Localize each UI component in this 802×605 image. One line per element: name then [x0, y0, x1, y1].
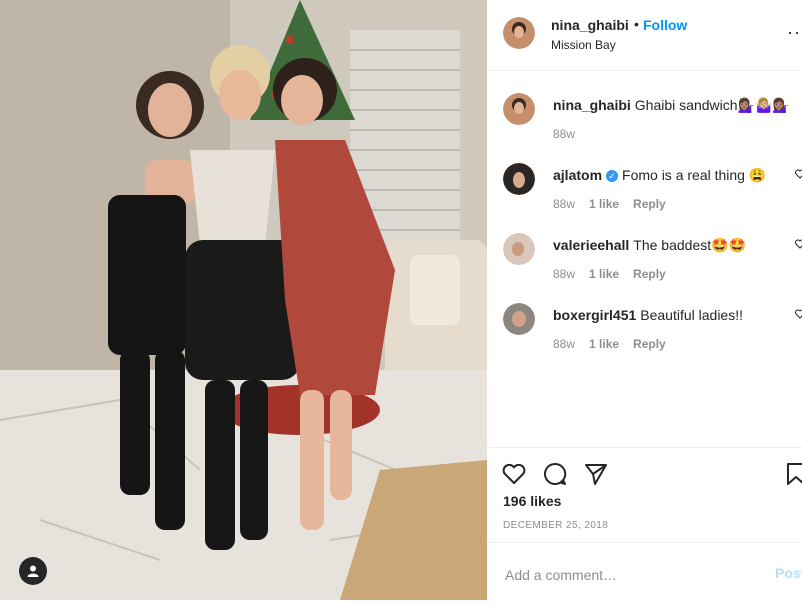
comment-input[interactable] [503, 559, 767, 591]
separator-dot: • [634, 16, 639, 32]
follow-button[interactable]: Follow [643, 17, 687, 33]
post-location[interactable]: Mission Bay [551, 38, 616, 52]
comment-item: ajlatom ✓ Fomo is a real thing 😩 88w 1 like… [487, 163, 802, 233]
comment-age[interactable]: 88w [553, 197, 575, 211]
comment-line: ajlatom ✓ Fomo is a real thing 😩 [553, 167, 766, 184]
comment-icon[interactable] [542, 461, 568, 487]
heart-icon[interactable] [795, 169, 802, 179]
comment-meta: 88w 1 like Reply [553, 337, 680, 351]
post-button[interactable]: Post [775, 565, 802, 581]
comment-likes[interactable]: 1 like [589, 267, 619, 281]
comment-avatar[interactable] [503, 303, 535, 335]
comment-age[interactable]: 88w [553, 127, 575, 141]
comment-age[interactable]: 88w [553, 267, 575, 281]
comment-box: Post [487, 542, 802, 605]
comment-username[interactable]: boxergirl451 [553, 307, 636, 323]
photo-illustration [0, 0, 487, 600]
comment-username[interactable]: valerieehall [553, 237, 629, 253]
comment-text: Beautiful ladies!! [640, 307, 743, 323]
comment-username[interactable]: ajlatom [553, 167, 602, 183]
comment-avatar[interactable] [503, 233, 535, 265]
comment-text: Fomo is a real thing 😩 [622, 167, 767, 183]
comment-line: boxergirl451 Beautiful ladies!! [553, 307, 743, 323]
heart-icon[interactable] [795, 239, 802, 249]
comment-age[interactable]: 88w [553, 337, 575, 351]
more-icon[interactable]: ··· [787, 22, 802, 43]
comment-line: valerieehall The baddest🤩🤩 [553, 237, 746, 254]
comment-text: Ghaibi sandwich💁🏽‍♀️🤷🏼‍♀️💁🏽‍♀️ [634, 97, 790, 113]
reply-button[interactable]: Reply [633, 197, 666, 211]
reply-button[interactable]: Reply [633, 267, 666, 281]
heart-icon[interactable] [501, 461, 527, 487]
verified-badge-icon: ✓ [606, 170, 619, 183]
user-tag-icon[interactable] [19, 557, 47, 585]
comment-text: The baddest🤩🤩 [633, 237, 746, 253]
post-header: nina_ghaibi • Follow Mission Bay ··· [487, 0, 802, 71]
bookmark-icon[interactable] [783, 461, 802, 487]
comment-likes[interactable]: 1 like [589, 337, 619, 351]
comment-username[interactable]: nina_ghaibi [553, 97, 631, 113]
post-actions: 196 likes DECEMBER 25, 2018 Post [487, 447, 802, 605]
heart-icon[interactable] [795, 309, 802, 319]
likes-count[interactable]: 196 likes [503, 493, 561, 509]
comment-likes[interactable]: 1 like [589, 197, 619, 211]
reply-button[interactable]: Reply [633, 337, 666, 351]
comment-avatar[interactable] [503, 163, 535, 195]
share-icon[interactable] [583, 461, 609, 487]
comment-meta: 88w 1 like Reply [553, 197, 680, 211]
post-photo[interactable] [0, 0, 487, 600]
author-avatar[interactable] [503, 17, 535, 49]
post-date: DECEMBER 25, 2018 [503, 520, 609, 531]
caption-comment: nina_ghaibi Ghaibi sandwich💁🏽‍♀️🤷🏼‍♀️💁🏽‍♀… [487, 93, 802, 163]
comment-meta: 88w 1 like Reply [553, 267, 680, 281]
comment-avatar[interactable] [503, 93, 535, 125]
comment-item: boxergirl451 Beautiful ladies!! 88w 1 like… [487, 303, 802, 373]
comment-line: nina_ghaibi Ghaibi sandwich💁🏽‍♀️🤷🏼‍♀️💁🏽‍♀… [553, 97, 790, 114]
post-side-panel: nina_ghaibi • Follow Mission Bay ··· nin… [487, 0, 802, 604]
comment-meta: 88w [553, 127, 589, 141]
author-username[interactable]: nina_ghaibi [551, 17, 629, 33]
comment-item: valerieehall The baddest🤩🤩 88w 1 like Reply [487, 233, 802, 303]
